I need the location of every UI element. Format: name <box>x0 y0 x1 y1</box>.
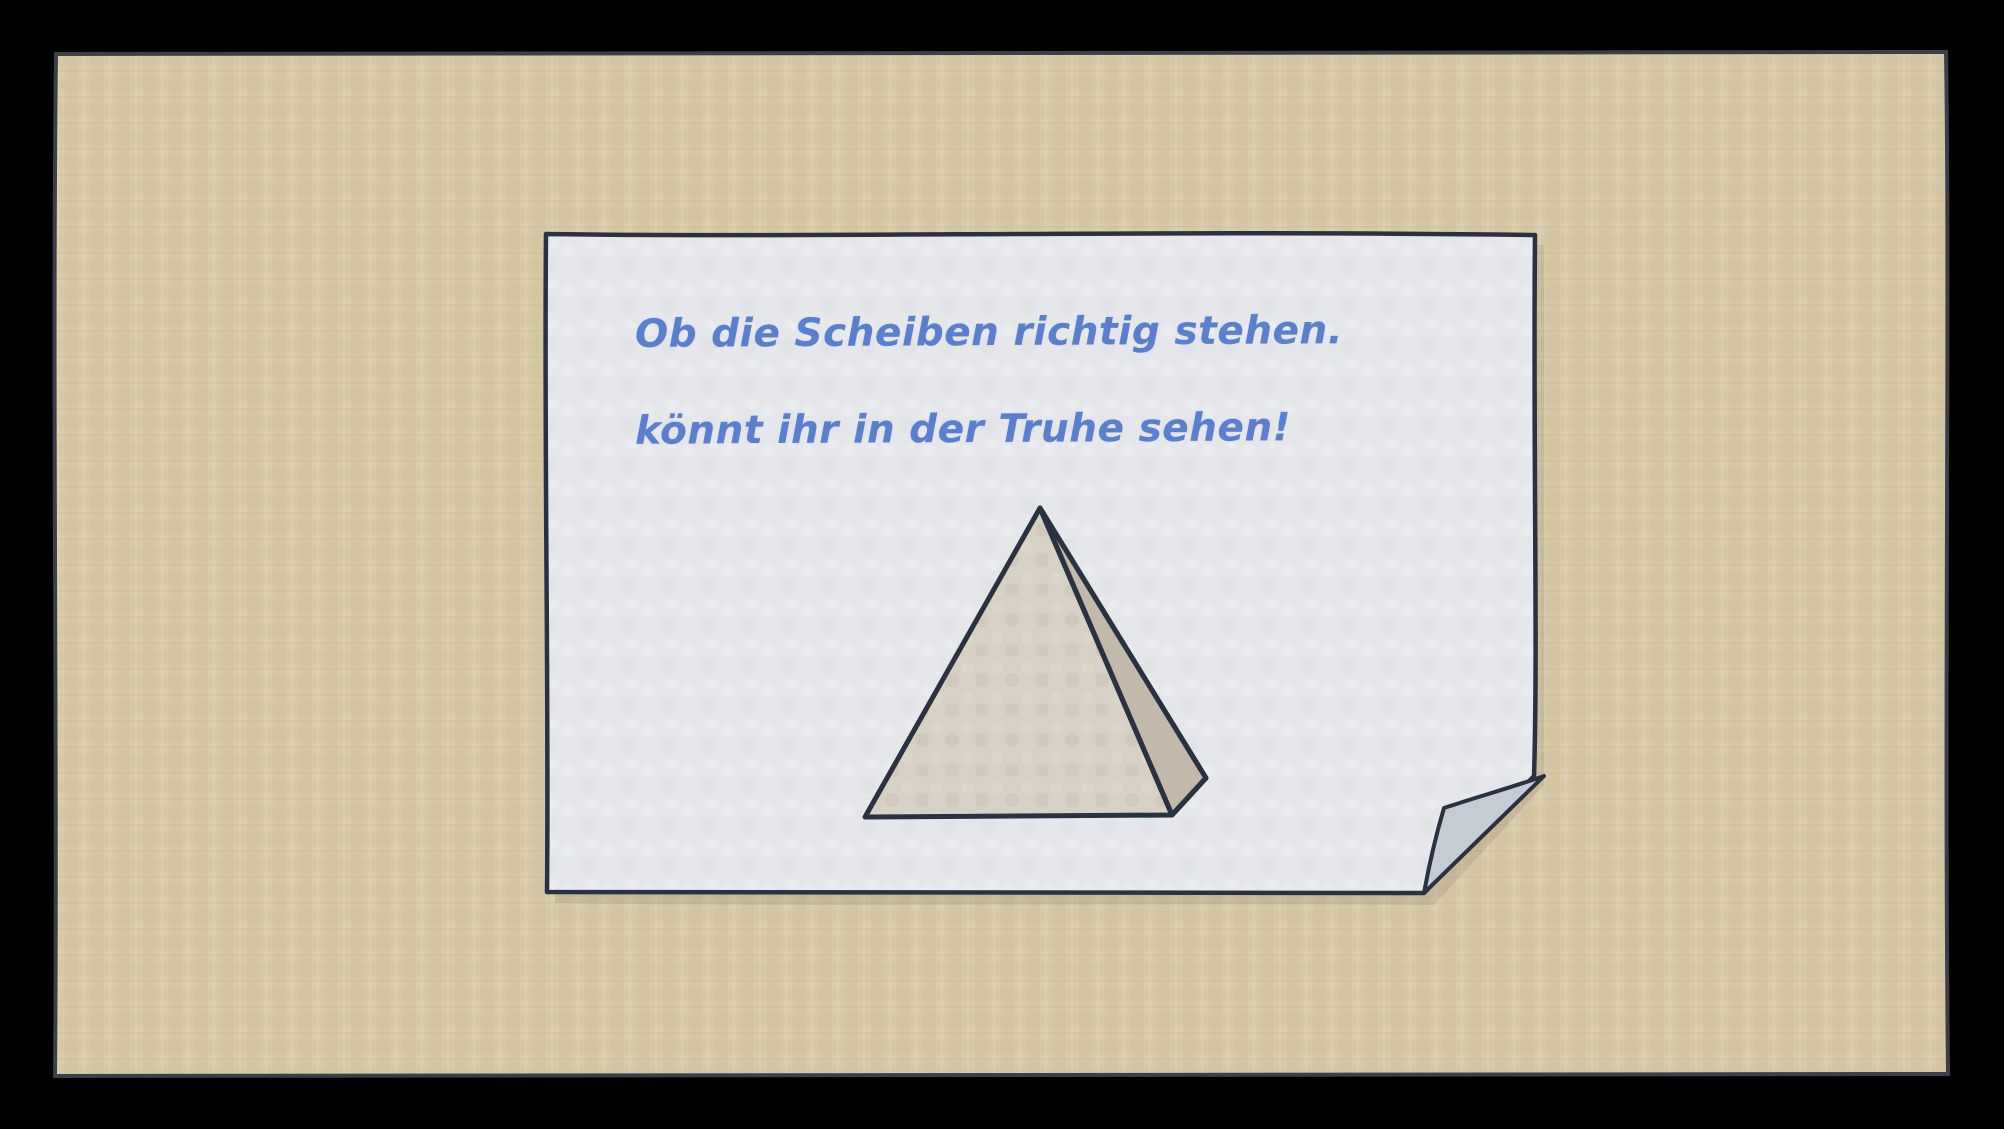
game-scene: Ob die Scheiben richtig stehen. könnt ih… <box>0 0 2004 1129</box>
note-text-line-2: könnt ihr in der Truhe sehen! <box>634 405 1292 454</box>
note-text-line-1: Ob die Scheiben richtig stehen. <box>634 308 1344 357</box>
scene-artwork <box>0 0 2004 1129</box>
